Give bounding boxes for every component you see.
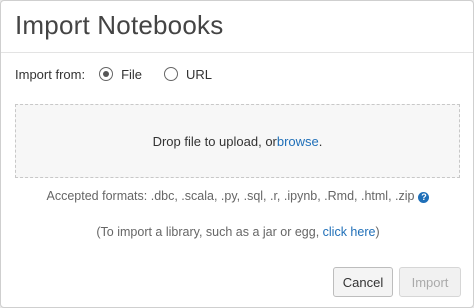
click-here-link[interactable]: click here (323, 225, 376, 239)
import-library-note: (To import a library, such as a jar or e… (1, 225, 473, 239)
file-radio[interactable] (99, 67, 114, 81)
dropzone-suffix: . (318, 133, 323, 149)
cancel-button[interactable]: Cancel (333, 267, 393, 297)
radio-option-url[interactable]: URL (164, 67, 212, 82)
import-notebooks-dialog: Import Notebooks Import from: File URL D… (0, 0, 474, 308)
import-button[interactable]: Import (399, 267, 461, 297)
dropzone-text: Drop file to upload, or (152, 133, 277, 149)
import-from-row: Import from: File URL (15, 65, 234, 83)
library-note-prefix: (To import a library, such as a jar or e… (96, 225, 323, 239)
dialog-title: Import Notebooks (15, 10, 224, 40)
file-radio-label: File (121, 66, 143, 82)
radio-option-file[interactable]: File (99, 67, 142, 82)
question-circle-icon[interactable]: ? (418, 192, 430, 203)
import-from-label: Import from: (15, 66, 86, 82)
url-radio-label: URL (186, 66, 213, 82)
dialog-header: Import Notebooks (1, 1, 473, 53)
browse-link[interactable]: browse (277, 134, 319, 149)
url-radio[interactable] (164, 67, 179, 81)
file-dropzone[interactable]: Drop file to upload, or browse . (15, 104, 460, 178)
accepted-formats: Accepted formats: .dbc, .scala, .py, .sq… (1, 189, 473, 203)
library-note-suffix: ) (375, 225, 380, 239)
accepted-formats-text: Accepted formats: .dbc, .scala, .py, .sq… (46, 189, 415, 203)
